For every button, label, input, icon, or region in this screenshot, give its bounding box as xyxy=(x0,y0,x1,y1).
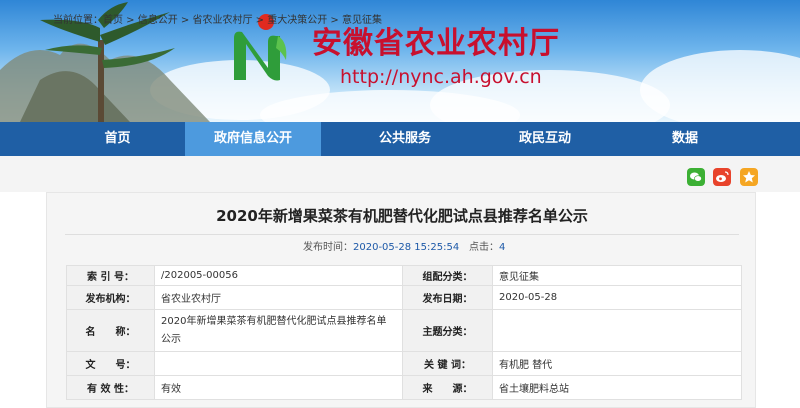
breadcrumb-item-info[interactable]: 信息公开 xyxy=(138,15,178,26)
breadcrumb-separator: > xyxy=(177,15,193,26)
value-category: 意见征集 xyxy=(492,265,742,286)
breadcrumb: 当前位置：首页 > 信息公开 > 省农业农村厅 > 重大决策公开 > 意见征集 xyxy=(53,11,382,26)
value-publish-date: 2020-05-28 xyxy=(492,285,742,310)
breadcrumb-separator: > xyxy=(252,15,268,26)
breadcrumb-item-dept[interactable]: 省农业农村厅 xyxy=(193,15,253,26)
label-keywords: 关 键 词： xyxy=(402,351,493,376)
breadcrumb-prefix: 当前位置： xyxy=(53,15,103,26)
publish-time: 发布时间：2020-05-28 15:25:54 xyxy=(303,238,459,253)
nav-item-interaction[interactable]: 政民互动 xyxy=(485,122,605,156)
value-validity: 有效 xyxy=(154,375,403,400)
table-row: 名 称： 2020年新增果菜茶有机肥替代化肥试点县推荐名单公示 主题分类： xyxy=(66,309,742,352)
label-publish-date: 发布日期： xyxy=(402,285,493,310)
breadcrumb-bar xyxy=(0,156,800,192)
label-doc-no: 文 号： xyxy=(66,351,155,376)
breadcrumb-item-decision[interactable]: 重大决策公开 xyxy=(267,15,327,26)
nav-item-data[interactable]: 数据 xyxy=(645,122,725,156)
value-keywords: 有机肥 替代 xyxy=(492,351,742,376)
label-name: 名 称： xyxy=(66,309,155,352)
label-index-no: 索 引 号： xyxy=(66,265,155,286)
title-divider xyxy=(65,234,739,235)
value-source: 省土壤肥料总站 xyxy=(492,375,742,400)
publish-label: 发布时间： xyxy=(303,242,353,253)
table-row: 文 号： 关 键 词： 有机肥 替代 xyxy=(66,351,742,376)
label-topic: 主题分类： xyxy=(402,309,493,352)
value-doc-no xyxy=(154,351,403,376)
article-title: 2020年新增果菜茶有机肥替代化肥试点县推荐名单公示 xyxy=(216,207,588,225)
breadcrumb-item-home[interactable]: 首页 xyxy=(103,15,123,26)
publish-time-value: 2020-05-28 15:25:54 xyxy=(353,242,460,253)
value-topic xyxy=(492,309,742,352)
label-category: 组配分类： xyxy=(402,265,493,286)
weibo-icon[interactable] xyxy=(713,168,731,186)
wechat-icon[interactable] xyxy=(687,168,705,186)
value-index-no: /202005-00056 xyxy=(154,265,403,286)
views-label: 点击： xyxy=(469,242,499,253)
value-name: 2020年新增果菜茶有机肥替代化肥试点县推荐名单公示 xyxy=(154,309,403,352)
table-row: 发布机构： 省农业农村厅 发布日期： 2020-05-28 xyxy=(66,285,742,310)
views-value: 4 xyxy=(499,242,506,253)
main-nav: 首页 政府信息公开 公共服务 政民互动 数据 xyxy=(0,122,800,156)
site-url[interactable]: http://nync.ah.gov.cn xyxy=(340,66,542,88)
cloud-decoration xyxy=(640,50,800,122)
info-table: 索 引 号： /202005-00056 组配分类： 意见征集 发布机构： 省农… xyxy=(66,265,742,400)
breadcrumb-item-opinion[interactable]: 意见征集 xyxy=(342,15,382,26)
label-publisher: 发布机构： xyxy=(66,285,155,310)
value-publisher: 省农业农村厅 xyxy=(154,285,403,310)
qzone-icon[interactable] xyxy=(740,168,758,186)
view-count: 点击：4 xyxy=(469,238,505,253)
breadcrumb-separator: > xyxy=(327,15,342,26)
label-validity: 有 效 性： xyxy=(66,375,155,400)
nav-item-gov-info[interactable]: 政府信息公开 xyxy=(185,122,321,156)
breadcrumb-separator: > xyxy=(123,15,138,26)
table-row: 索 引 号： /202005-00056 组配分类： 意见征集 xyxy=(66,265,742,286)
nav-item-public-service[interactable]: 公共服务 xyxy=(345,122,465,156)
label-source: 来 源： xyxy=(402,375,493,400)
table-row: 有 效 性： 有效 来 源： 省土壤肥料总站 xyxy=(66,375,742,400)
nav-item-home[interactable]: 首页 xyxy=(70,122,165,156)
